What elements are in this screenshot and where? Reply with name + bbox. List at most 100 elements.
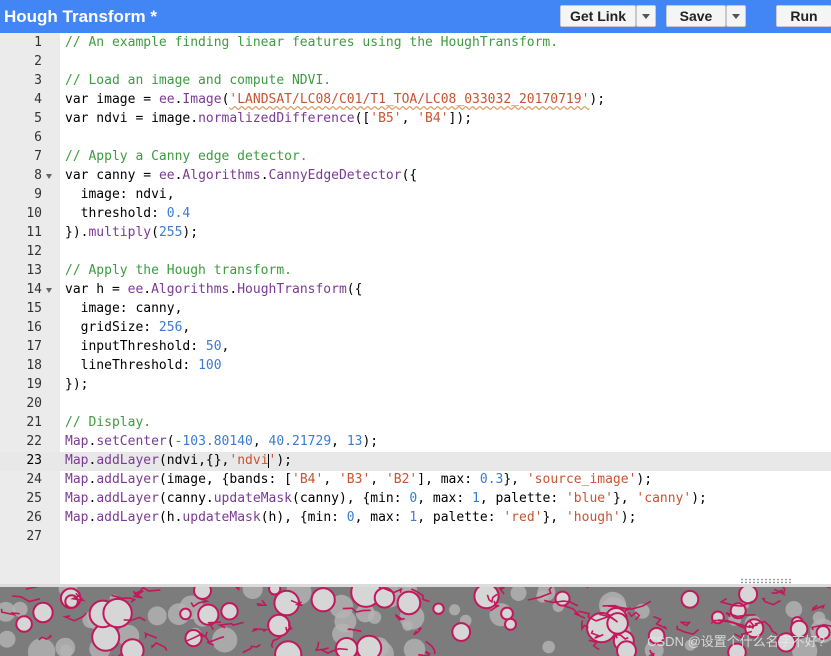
code-token: 'B3': [338, 472, 371, 487]
code-line[interactable]: 20: [0, 395, 831, 414]
code-token: 40.21729: [268, 434, 332, 449]
map-edge-line: [25, 587, 39, 590]
code-token: 'canny': [636, 491, 692, 506]
code-line[interactable]: 15 image: canny,: [0, 300, 831, 319]
fold-arrow-icon[interactable]: [46, 288, 52, 293]
line-number: 7: [34, 149, 42, 164]
code-line[interactable]: 4 var image = ee.Image('LANDSAT/LC08/C01/…: [0, 91, 831, 110]
code-token: });: [65, 377, 89, 392]
code-text: inputThreshold: 50,: [65, 339, 230, 354]
code-line[interactable]: 13 // Apply the Hough transform.: [0, 262, 831, 281]
save-dropdown[interactable]: [726, 5, 746, 27]
code-line[interactable]: 23 Map.addLayer(ndvi,{},'ndvi');: [0, 452, 831, 471]
code-token: ,: [370, 472, 386, 487]
code-line[interactable]: 11}).multiply(255);: [0, 224, 831, 243]
code-text: lineThreshold: 100: [65, 358, 222, 373]
code-line[interactable]: 27: [0, 528, 831, 547]
run-button[interactable]: Run: [776, 5, 831, 27]
code-token: var: [65, 92, 89, 107]
save-button[interactable]: Save: [666, 5, 726, 27]
map-patch: [510, 587, 527, 601]
code-token: var: [65, 282, 89, 297]
code-line[interactable]: 8 var canny = ee.Algorithms.CannyEdgeDete…: [0, 167, 831, 186]
code-token: -103.80140: [174, 434, 253, 449]
code-editor[interactable]: 1 // An example finding linear features u…: [0, 33, 831, 584]
code-line[interactable]: 2: [0, 53, 831, 72]
code-line[interactable]: 1 // An example finding linear features u…: [0, 34, 831, 53]
code-line[interactable]: 19});: [0, 376, 831, 395]
code-line[interactable]: 16 gridSize: 256,: [0, 319, 831, 338]
code-token: 'blue': [565, 491, 613, 506]
map-edge-line: [761, 597, 781, 606]
code-token: // An example finding linear features us…: [65, 35, 559, 50]
code-line[interactable]: 5 var ndvi = image.normalizedDifference([…: [0, 110, 831, 129]
code-line[interactable]: 14 var h = ee.Algorithms.HoughTransform({: [0, 281, 831, 300]
code-token: );: [620, 510, 637, 525]
code-token: // Display.: [65, 415, 152, 430]
code-text: // Display.: [65, 415, 151, 430]
map-edge-ring: [451, 622, 472, 642]
code-token: image: canny,: [65, 301, 183, 316]
code-line[interactable]: 3 // Load an image and compute NDVI.: [0, 72, 831, 91]
code-token: image =: [88, 92, 159, 107]
code-token: var: [65, 168, 89, 183]
map-patch: [403, 638, 426, 656]
code-token: // Apply the Hough transform.: [65, 263, 292, 278]
code-token: 'hough': [565, 510, 621, 525]
code-line[interactable]: 6: [0, 129, 831, 148]
code-line[interactable]: 12: [0, 243, 831, 262]
code-token: threshold:: [65, 206, 167, 221]
code-token: 256: [158, 320, 183, 335]
code-text: // Apply the Hough transform.: [65, 263, 292, 278]
code-token: inputThreshold:: [65, 339, 206, 354]
fold-arrow-icon[interactable]: [46, 174, 52, 179]
code-token: CannyEdgeDetector: [268, 168, 402, 183]
map-view[interactable]: CSDN @设置个什么名字不好?: [0, 587, 831, 656]
map-edge-line: [256, 599, 268, 607]
code-line[interactable]: 25 Map.addLayer(canny.updateMask(canny), …: [0, 490, 831, 509]
map-edge-ring: [102, 597, 133, 629]
line-number: 4: [34, 92, 42, 107]
code-token: );: [636, 472, 653, 487]
code-line[interactable]: 7 // Apply a Canny edge detector.: [0, 148, 831, 167]
get-link-button[interactable]: Get Link: [560, 5, 636, 27]
code-line[interactable]: 26 Map.addLayer(h.updateMask(h), {min: 0,…: [0, 509, 831, 528]
code-text: Map.addLayer(ndvi,{},'ndvi');: [65, 453, 292, 468]
code-line[interactable]: 10 threshold: 0.4: [0, 205, 831, 224]
line-number: 13: [26, 263, 42, 278]
code-token: ,: [182, 320, 191, 335]
code-token: gridSize:: [65, 320, 159, 335]
line-number: 2: [34, 54, 42, 69]
line-number: 21: [26, 415, 42, 430]
code-line[interactable]: 9 image: ndvi,: [0, 186, 831, 205]
code-token: 13: [346, 434, 363, 449]
code-token: (h.: [158, 510, 183, 525]
watermark: CSDN @设置个什么名字不好?: [647, 634, 825, 649]
chevron-down-icon: [732, 13, 740, 19]
code-line[interactable]: 18 lineThreshold: 100: [0, 357, 831, 376]
line-number: 24: [26, 472, 42, 487]
code-line[interactable]: 17 inputThreshold: 50,: [0, 338, 831, 357]
code-line[interactable]: 24 Map.addLayer(image, {bands: ['B4', 'B3…: [0, 471, 831, 490]
code-line[interactable]: 21 // Display.: [0, 414, 831, 433]
code-text: Map.addLayer(h.updateMask(h), {min: 0, m…: [65, 510, 636, 525]
map-patch: [542, 640, 555, 654]
code-token: ,: [401, 111, 418, 126]
map-edge-line: [826, 587, 831, 589]
code-token: (image, {bands: [: [158, 472, 292, 487]
code-token: ee: [158, 168, 175, 183]
code-token: 0: [346, 510, 355, 525]
map-edge-line: [586, 587, 589, 589]
map-patch: [147, 606, 167, 626]
code-line[interactable]: 22 Map.setCenter(-103.80140, 40.21729, 13…: [0, 433, 831, 452]
code-text: });: [65, 377, 88, 392]
map-edge-line: [207, 621, 221, 631]
code-token: 100: [198, 358, 222, 373]
code-token: 0.4: [166, 206, 191, 221]
map-edge-ring: [554, 590, 571, 607]
code-token: },: [542, 510, 566, 525]
code-token: addLayer: [96, 453, 159, 468]
map-edge-line: [12, 595, 41, 603]
get-link-dropdown[interactable]: [636, 5, 656, 27]
line-number: 20: [26, 396, 42, 411]
